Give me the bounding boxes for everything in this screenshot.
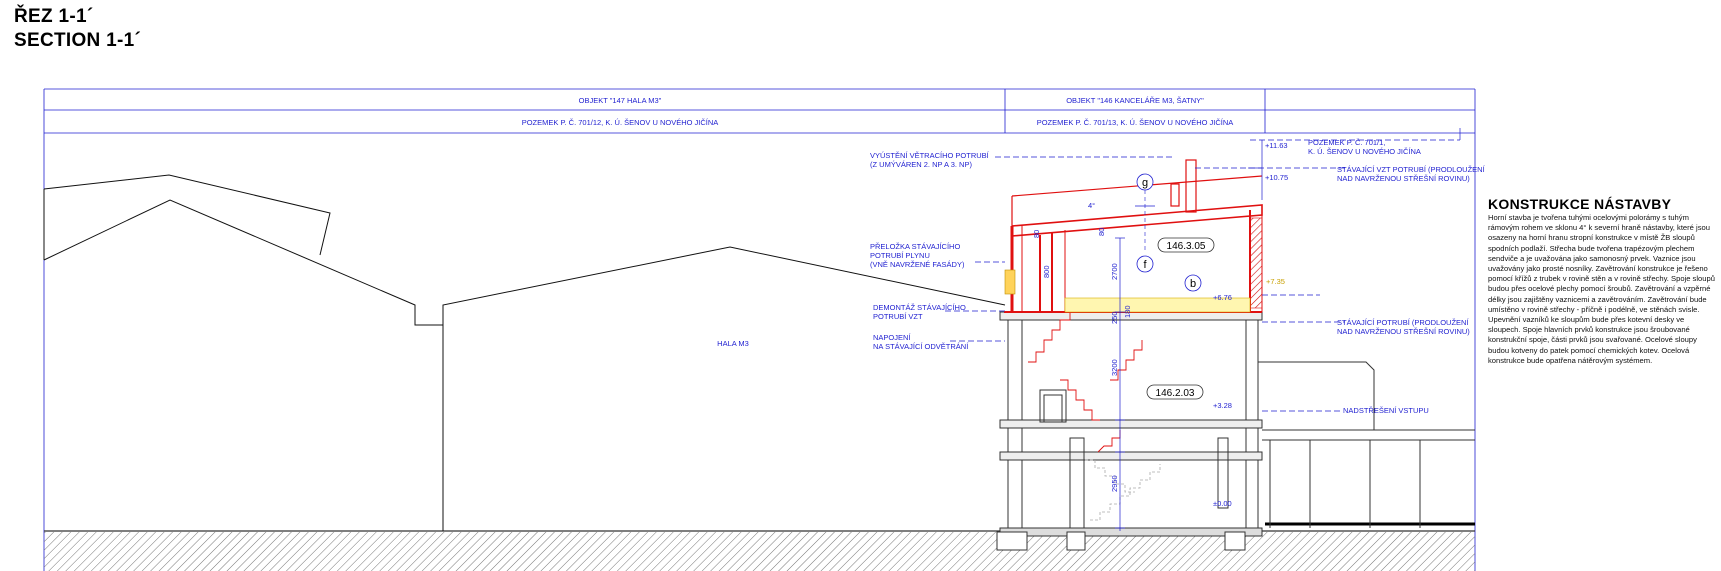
note-gas-relocation: PŘELOŽKA STÁVAJÍCÍHO xyxy=(870,242,960,251)
hall-label: HALA M3 xyxy=(717,339,749,348)
note-plot-701-1-2: K. Ú. ŠENOV U NOVÉHO JIČÍNA xyxy=(1308,147,1421,156)
note-connection: NAPOJENÍ xyxy=(873,333,911,342)
note-gas-relocation-3: (VNĚ NAVRŽENÉ FASÁDY) xyxy=(870,260,965,269)
header-table xyxy=(43,88,1476,571)
dim-80b: 80 xyxy=(1097,228,1106,236)
notes-text: Horní stavba je tvořena tuhými ocelovými… xyxy=(1488,213,1715,365)
level-0-00: ±0.00 xyxy=(1213,499,1232,508)
table-plot-701-12: POZEMEK P. Č. 701/12, K. Ú. ŠENOV U NOVÉ… xyxy=(522,118,719,127)
svg-text:146.2.03: 146.2.03 xyxy=(1156,388,1195,399)
room-tag-146-3-05: 146.3.05 xyxy=(1157,237,1215,253)
table-object-147: OBJEKT "147 HALA M3" xyxy=(579,96,662,105)
existing-stairs xyxy=(1085,459,1161,521)
svg-text:g: g xyxy=(1142,177,1148,189)
note-vzt-extension: STÁVAJÍCÍ VZT POTRUBÍ (PRODLOUŽENÍ xyxy=(1337,165,1486,174)
gas-pipe-box xyxy=(1004,269,1016,295)
level-7-35: +7.35 xyxy=(1266,277,1285,286)
dim-2700: 2700 xyxy=(1110,263,1119,280)
level-11-63: +11.63 xyxy=(1265,141,1288,150)
note-plot-701-1: POZEMEK P. Č. 701/1, xyxy=(1308,138,1385,147)
note-entrance-canopy: NADSTŘEŠENÍ VSTUPU xyxy=(1343,406,1429,415)
dim-180: 180 xyxy=(1123,305,1132,318)
note-vzt-removal: DEMONTÁŽ STÁVAJÍCÍHO xyxy=(873,303,966,312)
dim-800: 800 xyxy=(1042,265,1051,278)
notes-heading: KONSTRUKCE NÁSTAVBY xyxy=(1488,196,1672,212)
grid-marker-b: b xyxy=(1184,274,1202,292)
dim-3200: 3200 xyxy=(1110,359,1119,376)
brick-wall xyxy=(1249,217,1263,309)
level-6-76: +6.76 xyxy=(1213,293,1232,302)
level-3-28: +3.28 xyxy=(1213,401,1232,410)
svg-text:b: b xyxy=(1190,278,1196,290)
note-vzt-extension-2: NAD NAVRŽENOU STŘEŠNÍ ROVINU) xyxy=(1337,174,1470,183)
building-146-structure xyxy=(996,311,1475,551)
svg-text:146.3.05: 146.3.05 xyxy=(1167,241,1206,252)
grid-marker-g: g xyxy=(1136,173,1154,250)
dim-roof-slope: 4° xyxy=(1088,201,1095,210)
room-tag-146-2-03: 146.2.03 xyxy=(1146,384,1204,400)
grid-marker-f: f xyxy=(1136,255,1154,273)
section-drawing: OBJEKT "147 HALA M3" OBJEKT "146 KANCELÁ… xyxy=(43,88,1486,571)
note-gas-relocation-2: POTRUBÍ PLYNU xyxy=(870,251,930,260)
dim-2950: 2950 xyxy=(1110,475,1119,492)
hall-m3-outline xyxy=(43,174,1006,531)
table-object-146: OBJEKT "146 KANCELÁŘE M3, ŠATNY" xyxy=(1066,96,1204,105)
dim-80a: 80 xyxy=(1032,230,1041,238)
note-connection-2: NA STÁVAJÍCÍ ODVĚTRÁNÍ xyxy=(873,342,969,351)
note-vent-outlet: VYÚSTĚNÍ VĚTRACÍHO POTRUBÍ xyxy=(870,151,990,160)
note-vzt-removal-2: POTRUBÍ VZT xyxy=(873,312,923,321)
note-vent-outlet-sub: (Z UMÝVÁREN 2. NP A 3. NP) xyxy=(870,160,972,169)
note-pipe-extension-2: NAD NAVRŽENOU STŘEŠNÍ ROVINU) xyxy=(1337,327,1470,336)
table-plot-701-13: POZEMEK P. Č. 701/13, K. Ú. ŠENOV U NOVÉ… xyxy=(1037,118,1234,127)
level-10-75: +10.75 xyxy=(1265,173,1288,182)
dimension-chain xyxy=(1115,205,1155,531)
note-pipe-extension: STÁVAJÍCÍ POTRUBÍ (PRODLOUŽENÍ xyxy=(1337,318,1469,327)
dim-250: 250 xyxy=(1110,311,1119,324)
